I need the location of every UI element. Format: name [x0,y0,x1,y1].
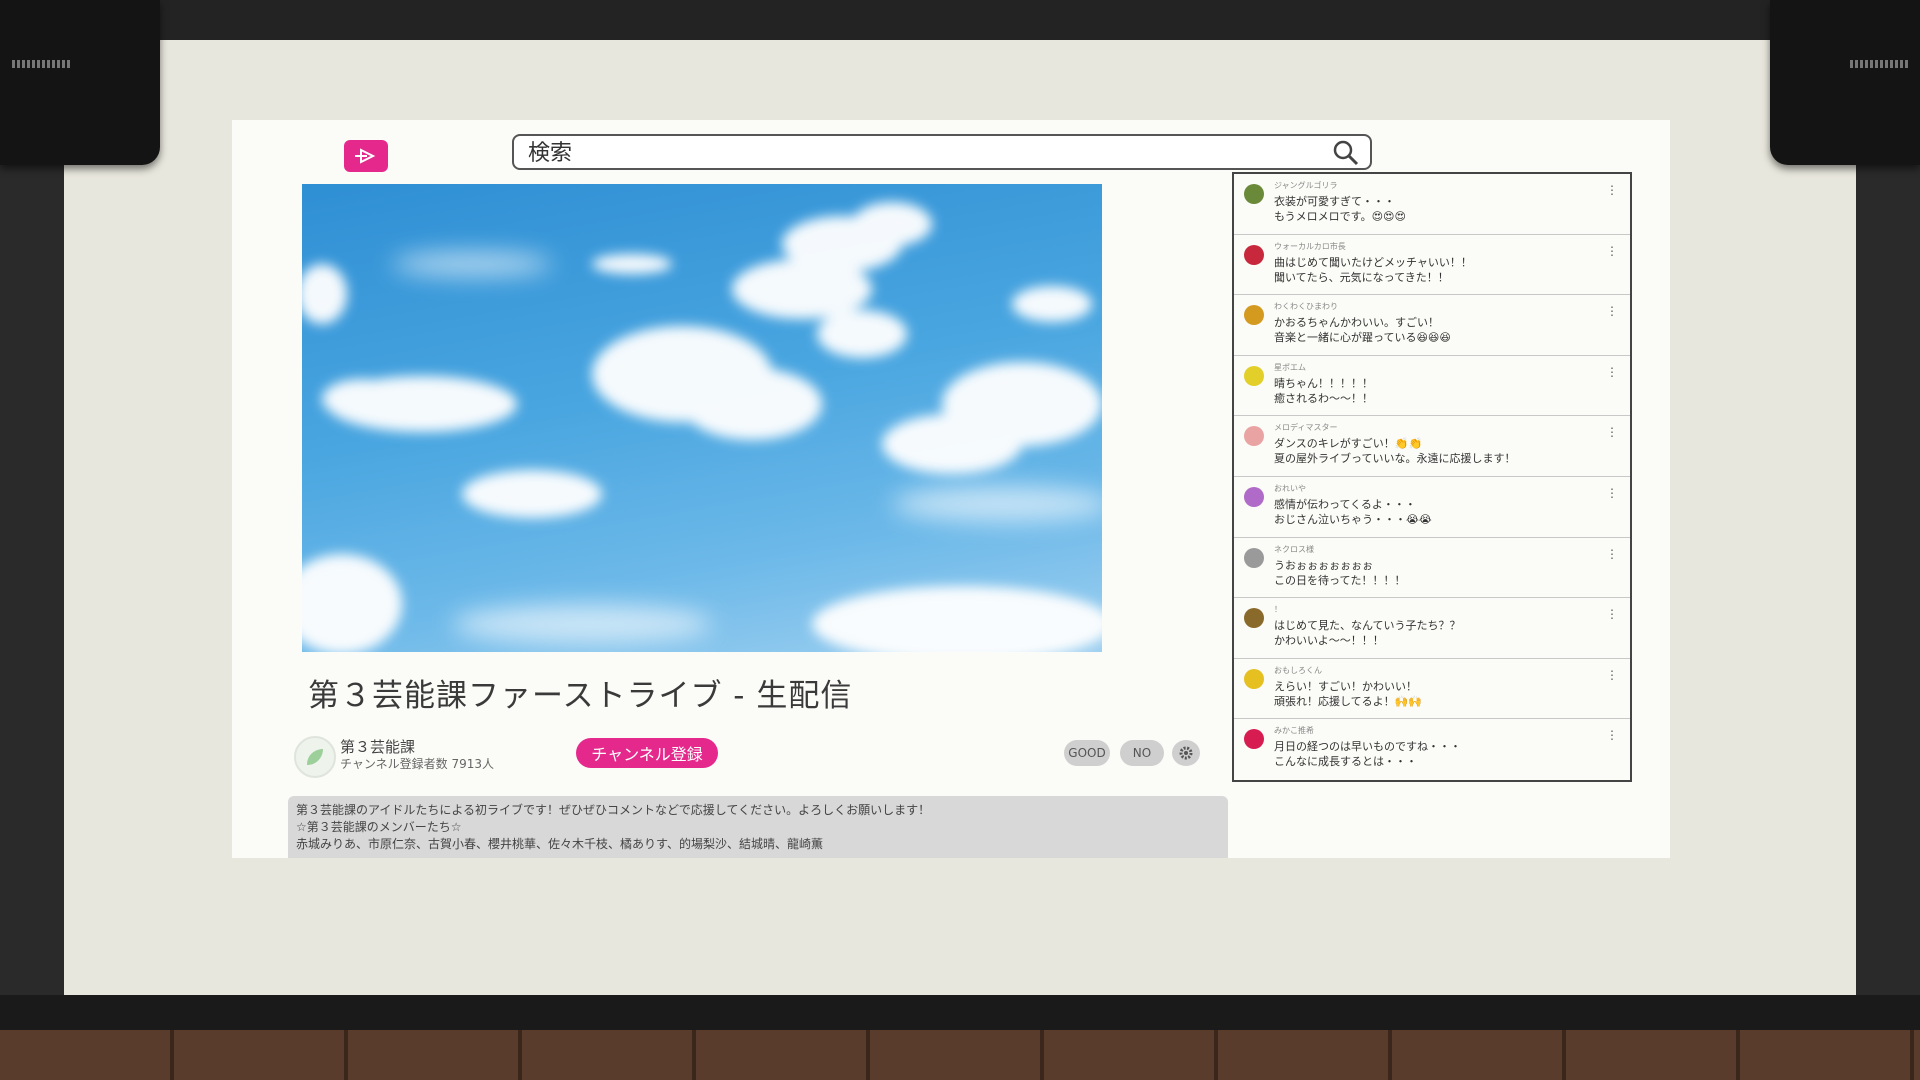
wooden-floor [0,1030,1920,1080]
smile-icon [1244,668,1264,689]
chat-text: かわいいよ〜〜！！！ [1274,634,1384,648]
speaker-right [1770,0,1920,165]
video-page: 第３芸能課ファーストライブ - 生配信 第３芸能課 チャンネル登録者数 7913… [232,120,1670,858]
good-button[interactable]: GOOD [1064,740,1110,766]
video-player[interactable] [302,184,1102,652]
exclamation-icon [1244,729,1264,750]
star-icon [1244,365,1264,386]
skull-icon [1244,547,1264,568]
more-options-icon[interactable]: ⋮ [1606,305,1618,317]
chat-message: おれいや 感情が伝わってくるよ・・・ おじさん泣いちゃう・・・😭😭 ⋮ [1234,477,1630,538]
more-options-icon[interactable]: ⋮ [1606,548,1618,560]
chat-message: ネクロス様 うおぉぉぉぉぉぉぉ この日を待ってた！！！！ ⋮ [1234,538,1630,599]
chat-text: 晴ちゃん！！！！！ [1274,376,1373,390]
chat-text: こんなに成長するとは・・・ [1274,755,1417,769]
gorilla-icon [1244,184,1264,204]
screen-frame-right [1856,160,1920,1000]
chat-text: 癒されるわ〜〜！！ [1274,391,1373,405]
chat-text: 夏の屋外ライブっていいな。永遠に応援します！ [1274,452,1516,466]
screen-bottom-bar [0,995,1920,1035]
ceiling [0,0,1920,40]
chat-text: えらい！すごい！かわいい！ [1274,679,1417,693]
site-logo[interactable] [344,140,388,172]
chat-text: 月日の経つのは早いものですね・・・ [1274,740,1461,754]
more-options-icon[interactable]: ⋮ [1606,729,1618,741]
channel-name[interactable]: 第３芸能課 [340,736,415,757]
chat-text: かおるちゃんかわいい。すごい！ [1274,316,1439,330]
more-options-icon[interactable]: ⋮ [1606,608,1618,620]
screen-frame-left [0,160,64,1000]
gear-icon [1179,746,1193,760]
channel-avatar[interactable] [294,736,336,778]
chat-message: ！ はじめて見た、なんていう子たち？？ かわいいよ〜〜！！！ ⋮ [1234,598,1630,659]
chat-message: ジャングルゴリラ 衣装が可愛すぎて・・・ もうメロメロです。😍😍😍 ⋮ [1234,174,1630,235]
chat-text: うおぉぉぉぉぉぉぉ [1274,558,1373,572]
chat-text: 音楽と一緒に心が躍っている😆😆😆 [1274,331,1451,345]
chat-username: みかこ推希 [1274,726,1314,736]
settings-button[interactable] [1172,740,1200,766]
music-note-icon [1244,426,1264,447]
video-title: 第３芸能課ファーストライブ - 生配信 [308,678,853,714]
sunflower-icon [1244,305,1264,326]
play-icon [355,148,376,164]
chat-username: ！ [1274,605,1282,615]
chat-username: わくわくひまわり [1274,302,1338,312]
chat-text: はじめて見た、なんていう子たち？？ [1274,619,1461,633]
more-options-icon[interactable]: ⋮ [1606,245,1618,257]
person-icon [1244,244,1264,265]
more-options-icon[interactable]: ⋮ [1606,184,1618,196]
subscribe-button[interactable]: チャンネル登録 [576,738,718,768]
chat-text: ダンスのキレがすごい！👏👏 [1274,437,1423,451]
speaker-grille [12,60,72,68]
search-icon[interactable] [1332,139,1360,171]
more-options-icon[interactable]: ⋮ [1606,366,1618,378]
chat-text: 衣装が可愛すぎて・・・ [1274,195,1395,208]
search-input[interactable] [526,139,1310,167]
video-description: 第３芸能課のアイドルたちによる初ライブです！ぜひぜひコメントなどで応援してくださ… [288,796,1228,858]
description-line: 第３芸能課のアイドルたちによる初ライブです！ぜひぜひコメントなどで応援してくださ… [296,803,931,817]
chat-username: ネクロス様 [1274,544,1314,554]
chat-text: 聞いてたら、元気になってきた！！ [1274,270,1449,284]
live-chat-panel: ジャングルゴリラ 衣装が可愛すぎて・・・ もうメロメロです。😍😍😍 ⋮ ウォーカ… [1232,172,1632,782]
chat-message: おもしろくん えらい！すごい！かわいい！ 頑張れ！応援してるよ！🙌🙌 ⋮ [1234,659,1630,720]
search-bar [512,134,1372,170]
chat-message: みかこ推希 月日の経つのは早いものですね・・・ こんなに成長するとは・・・ ⋮ [1234,719,1630,780]
description-line: 赤城みりあ、市原仁奈、古賀小春、櫻井桃華、佐々木千枝、橘ありす、的場梨沙、結城晴… [296,837,824,851]
sky-clouds-image [302,202,1102,652]
chat-message: 星ポエム 晴ちゃん！！！！！ 癒されるわ〜〜！！ ⋮ [1234,356,1630,417]
chat-text: おじさん泣いちゃう・・・😭😭 [1274,512,1432,526]
more-options-icon[interactable]: ⋮ [1606,426,1618,438]
chat-message: わくわくひまわり かおるちゃんかわいい。すごい！ 音楽と一緒に心が躍っている😆😆… [1234,295,1630,356]
chat-username: メロディマスター [1274,423,1338,433]
chat-username: ジャングルゴリラ [1274,181,1338,190]
no-button[interactable]: NO [1120,740,1164,766]
more-options-icon[interactable]: ⋮ [1606,669,1618,681]
chat-text: この日を待ってた！！！！ [1274,573,1406,587]
speaker-grille [1850,60,1910,68]
leaf-icon [307,749,323,765]
description-line: ☆第３芸能課のメンバーたち☆ [296,820,462,834]
speaker-left [0,0,160,165]
chat-text: もうメロメロです。😍😍😍 [1274,210,1406,223]
face-icon [1244,486,1264,507]
chat-message: メロディマスター ダンスのキレがすごい！👏👏 夏の屋外ライブっていいな。永遠に応… [1234,416,1630,477]
chat-message: ウォーカルカロ市長 曲はじめて聞いたけどメッチャいい！！ 聞いてたら、元気になっ… [1234,235,1630,296]
chat-text: 曲はじめて聞いたけどメッチャいい！！ [1274,255,1472,269]
chat-text: 感情が伝わってくるよ・・・ [1274,497,1416,511]
chat-username: おれいや [1274,483,1306,493]
chat-text: 頑張れ！応援してるよ！🙌🙌 [1274,694,1423,708]
cat-icon [1244,608,1264,629]
more-options-icon[interactable]: ⋮ [1606,487,1618,499]
chat-username: 星ポエム [1274,362,1306,372]
chat-username: おもしろくん [1274,665,1322,675]
channel-subscriber-count: チャンネル登録者数 7913人 [340,757,494,771]
chat-username: ウォーカルカロ市長 [1274,241,1346,251]
